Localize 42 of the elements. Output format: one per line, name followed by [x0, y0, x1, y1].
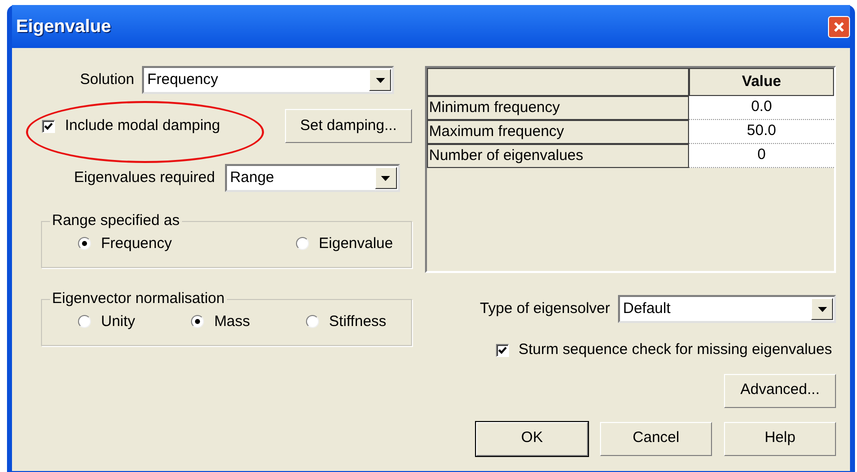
- dropdown[interactable]: Default: [618, 295, 836, 323]
- field-label: Solution: [80, 70, 134, 90]
- push-button[interactable]: Set damping...: [285, 109, 412, 143]
- radio-button[interactable]: [296, 237, 309, 250]
- push-button[interactable]: Cancel: [600, 422, 712, 456]
- row-header: Number of eigenvalues: [427, 144, 689, 168]
- radio-label: Eigenvalue: [318, 234, 393, 254]
- dropdown[interactable]: Range: [224, 164, 400, 192]
- push-button[interactable]: Help: [724, 422, 836, 456]
- close-icon: [833, 20, 845, 32]
- checkbox[interactable]: [42, 120, 55, 132]
- table-cell[interactable]: 0: [689, 144, 834, 168]
- checkbox[interactable]: [496, 344, 508, 357]
- radio-label: Unity: [101, 312, 136, 332]
- radio-label: Mass: [214, 312, 250, 332]
- checkbox-label: Sturm sequence check for missing eigenvalues: [518, 340, 832, 360]
- field-label: Eigenvalues required: [74, 168, 215, 188]
- radio-button[interactable]: [78, 237, 91, 250]
- check-icon: [498, 346, 506, 355]
- checkbox-label: Include modal damping: [65, 116, 220, 136]
- column-header: Value: [689, 68, 834, 96]
- table-cell[interactable]: 0.0: [689, 96, 834, 120]
- dropdown[interactable]: Frequency: [142, 66, 394, 94]
- check-icon: [44, 122, 53, 130]
- radio-label: Frequency: [101, 234, 172, 254]
- radio-button[interactable]: [306, 315, 320, 328]
- push-button[interactable]: Advanced...: [724, 374, 836, 408]
- row-header: Maximum frequency: [427, 120, 689, 144]
- window-title: Eigenvalue: [15, 15, 112, 38]
- group-title: Range specified as: [51, 211, 181, 231]
- push-button[interactable]: OK: [476, 422, 588, 456]
- row-header: Minimum frequency: [427, 96, 689, 120]
- radio-button[interactable]: [191, 315, 204, 328]
- dropdown-value: Range: [228, 168, 276, 188]
- group-title: Eigenvector normalisation: [51, 289, 226, 309]
- table-cell[interactable]: 50.0: [689, 120, 834, 144]
- radio-button[interactable]: [78, 315, 91, 328]
- dropdown-value: Frequency: [146, 70, 220, 90]
- field-label: Type of eigensolver: [480, 298, 610, 319]
- dropdown-value: Default: [622, 298, 672, 319]
- close-button[interactable]: [828, 16, 850, 38]
- radio-label: Stiffness: [329, 312, 386, 332]
